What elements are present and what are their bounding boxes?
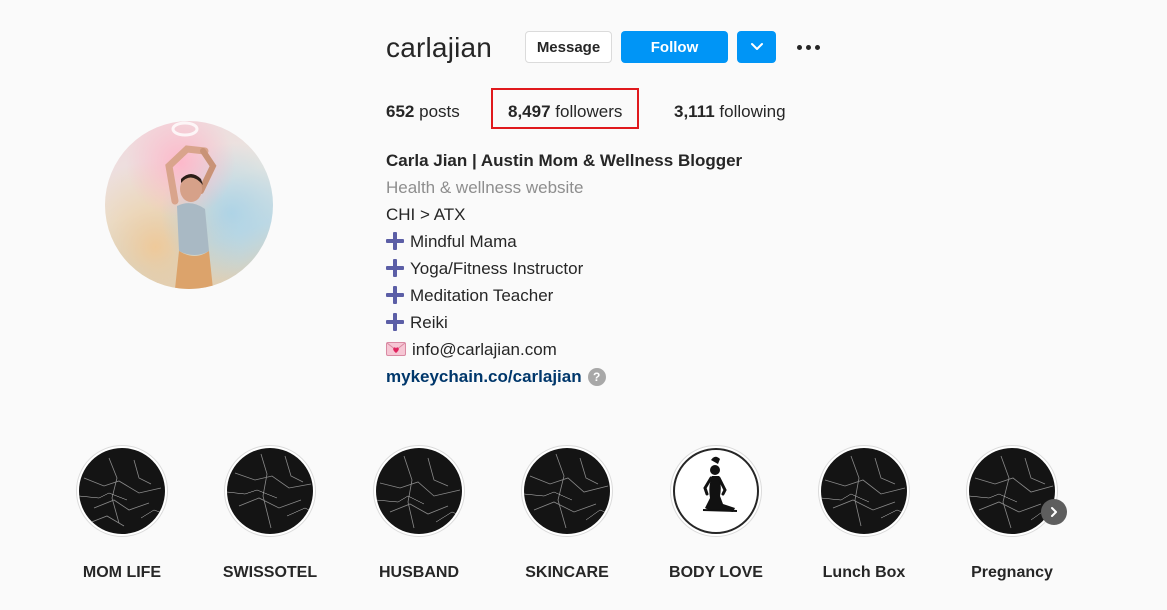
marble-cover-image bbox=[969, 448, 1055, 534]
highlight-cover[interactable] bbox=[966, 445, 1058, 537]
bio-line-text: Meditation Teacher bbox=[410, 286, 554, 305]
plus-icon bbox=[386, 232, 404, 250]
profile-avatar[interactable] bbox=[105, 121, 273, 289]
highlight-item[interactable]: Lunch Box bbox=[804, 445, 924, 583]
marble-cover-image bbox=[821, 448, 907, 534]
bio-line: Meditation Teacher bbox=[386, 285, 553, 307]
bio-line-text: Yoga/Fitness Instructor bbox=[410, 259, 584, 278]
profile-username: carlajian bbox=[386, 32, 493, 63]
highlight-cover[interactable] bbox=[373, 445, 465, 537]
highlight-item[interactable]: SWISSOTEL bbox=[210, 445, 330, 583]
more-options-icon[interactable] bbox=[792, 36, 824, 58]
following-link[interactable]: 3,111 following bbox=[674, 101, 786, 123]
highlight-item[interactable]: MOM LIFE bbox=[62, 445, 182, 583]
highlight-label: SWISSOTEL bbox=[222, 564, 318, 581]
dot bbox=[796, 44, 802, 50]
highlight-cover[interactable] bbox=[818, 445, 910, 537]
highlight-item[interactable]: BODY LOVE bbox=[656, 445, 776, 583]
marble-cover-image bbox=[524, 448, 610, 534]
yoga-silhouette-cover-image bbox=[673, 448, 759, 534]
profile-category: Health & wellness website bbox=[386, 178, 584, 197]
bio-line: info@carlajian.com bbox=[386, 339, 557, 361]
annotation-box bbox=[491, 88, 639, 129]
highlight-item[interactable]: SKINCARE bbox=[507, 445, 627, 583]
bio-line: CHI > ATX bbox=[386, 205, 466, 224]
posts-count: 652 posts bbox=[386, 101, 460, 123]
highlight-cover[interactable] bbox=[521, 445, 613, 537]
chevron-down-icon bbox=[750, 43, 763, 50]
posts-label: posts bbox=[419, 102, 460, 121]
marble-cover-image bbox=[376, 448, 462, 534]
posts-number: 652 bbox=[386, 102, 415, 121]
bio-link-row: mykeychain.co/carlajian ? bbox=[386, 366, 606, 388]
follow-button[interactable]: Follow bbox=[621, 31, 728, 63]
highlight-label: SKINCARE bbox=[525, 564, 609, 581]
highlight-label: MOM LIFE bbox=[82, 564, 162, 581]
highlight-label: BODY LOVE bbox=[669, 564, 763, 581]
highlight-label: Lunch Box bbox=[822, 564, 906, 581]
plus-icon bbox=[386, 286, 404, 304]
love-letter-icon bbox=[386, 342, 406, 356]
bio-line: Mindful Mama bbox=[386, 231, 517, 253]
highlight-label: Pregnancy bbox=[971, 564, 1053, 581]
bio-line: Reiki bbox=[386, 312, 448, 334]
highlight-cover[interactable] bbox=[76, 445, 168, 537]
info-icon[interactable]: ? bbox=[587, 368, 606, 386]
plus-icon bbox=[386, 313, 404, 331]
plus-icon bbox=[386, 259, 404, 277]
suggested-accounts-button[interactable] bbox=[737, 31, 776, 63]
bio-line: Yoga/Fitness Instructor bbox=[386, 258, 583, 280]
dot bbox=[814, 44, 820, 50]
profile-full-name: Carla Jian | Austin Mom & Wellness Blogg… bbox=[386, 151, 743, 170]
following-label: following bbox=[719, 102, 786, 121]
bio-line-text: Mindful Mama bbox=[410, 232, 517, 251]
bio-website-link[interactable]: mykeychain.co/carlajian bbox=[386, 366, 582, 388]
highlight-cover[interactable] bbox=[224, 445, 316, 537]
following-number: 3,111 bbox=[674, 102, 715, 121]
highlight-item[interactable]: HUSBAND bbox=[359, 445, 479, 583]
marble-cover-image bbox=[227, 448, 313, 534]
chevron-right-icon[interactable] bbox=[1041, 499, 1067, 525]
highlight-label: HUSBAND bbox=[379, 564, 459, 581]
bio-email: info@carlajian.com bbox=[412, 340, 557, 359]
bio-line-text: Reiki bbox=[410, 313, 448, 332]
message-button[interactable]: Message bbox=[525, 31, 612, 63]
marble-cover-image bbox=[79, 448, 165, 534]
dot bbox=[805, 44, 811, 50]
highlight-cover[interactable] bbox=[670, 445, 762, 537]
